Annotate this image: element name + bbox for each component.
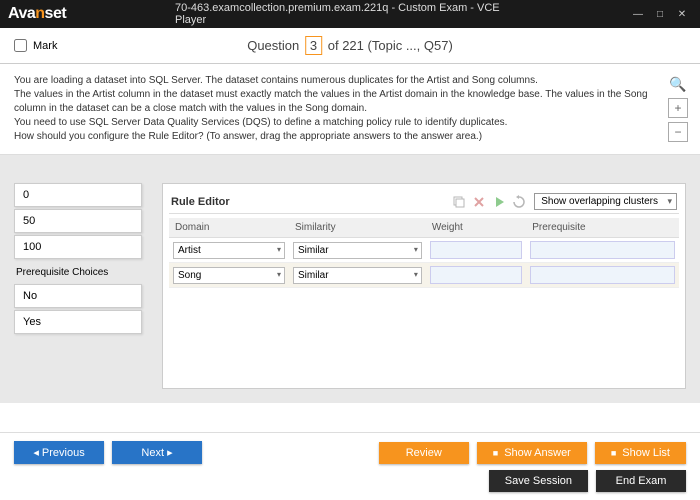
answer-area: 0 50 100 Prerequisite Choices No Yes Rul… bbox=[0, 155, 700, 403]
choices-column: 0 50 100 Prerequisite Choices No Yes bbox=[14, 183, 142, 389]
maximize-icon[interactable]: □ bbox=[650, 6, 670, 22]
col-domain: Domain bbox=[169, 218, 289, 238]
end-exam-button[interactable]: End Exam bbox=[596, 470, 686, 492]
prereq-dropzone[interactable] bbox=[530, 241, 675, 259]
domain-cell[interactable]: Artist bbox=[173, 242, 285, 259]
copy-icon[interactable] bbox=[452, 195, 466, 209]
choice-item[interactable]: No bbox=[14, 284, 142, 308]
question-body: You are loading a dataset into SQL Serve… bbox=[0, 64, 700, 155]
show-list-button[interactable]: Show List bbox=[595, 442, 686, 464]
col-similarity: Similarity bbox=[289, 218, 426, 238]
mark-label: Mark bbox=[33, 40, 57, 52]
zoom-out-button[interactable]: − bbox=[668, 122, 688, 142]
prereq-dropzone[interactable] bbox=[530, 266, 675, 284]
editor-title: Rule Editor bbox=[171, 196, 230, 208]
window-controls: — □ ✕ bbox=[628, 6, 692, 22]
search-icon[interactable]: 🔍 bbox=[668, 74, 688, 94]
rule-editor-panel: Rule Editor Show overlapping clusters bbox=[162, 183, 686, 389]
delete-icon[interactable] bbox=[472, 195, 486, 209]
editor-table: Domain Similarity Weight Prerequisite Ar… bbox=[169, 218, 679, 288]
zoom-in-button[interactable]: + bbox=[668, 98, 688, 118]
show-answer-button[interactable]: Show Answer bbox=[477, 442, 587, 464]
weight-dropzone[interactable] bbox=[430, 241, 522, 259]
col-prereq: Prerequisite bbox=[526, 218, 679, 238]
next-button[interactable]: Next bbox=[112, 441, 202, 464]
choice-item[interactable]: 100 bbox=[14, 235, 142, 259]
prereq-choices-header: Prerequisite Choices bbox=[14, 261, 142, 282]
app-logo: Avanset bbox=[8, 5, 66, 23]
play-icon[interactable] bbox=[492, 195, 506, 209]
editor-toolbar: Rule Editor Show overlapping clusters bbox=[169, 190, 679, 214]
col-weight: Weight bbox=[426, 218, 526, 238]
window-title: 70-463.examcollection.premium.exam.221q … bbox=[175, 2, 525, 26]
question-counter: Question 3 of 221 (Topic ..., Q57) bbox=[247, 38, 453, 53]
cluster-dropdown[interactable]: Show overlapping clusters bbox=[534, 193, 677, 210]
save-session-button[interactable]: Save Session bbox=[489, 470, 588, 492]
review-button[interactable]: Review bbox=[379, 442, 469, 464]
footer: Previous Next Review Show Answer Show Li… bbox=[0, 432, 700, 500]
table-row: Artist Similar bbox=[169, 238, 679, 263]
minimize-icon[interactable]: — bbox=[628, 6, 648, 22]
choice-item[interactable]: 0 bbox=[14, 183, 142, 207]
question-header: Mark Question 3 of 221 (Topic ..., Q57) bbox=[0, 28, 700, 64]
refresh-icon[interactable] bbox=[512, 195, 526, 209]
question-number: 3 bbox=[305, 36, 322, 55]
question-text: You are loading a dataset into SQL Serve… bbox=[14, 74, 686, 144]
zoom-controls: 🔍 + − bbox=[668, 74, 688, 142]
similarity-cell[interactable]: Similar bbox=[293, 267, 422, 284]
table-row: Song Similar bbox=[169, 263, 679, 288]
choice-item[interactable]: 50 bbox=[14, 209, 142, 233]
domain-cell[interactable]: Song bbox=[173, 267, 285, 284]
similarity-cell[interactable]: Similar bbox=[293, 242, 422, 259]
mark-checkbox[interactable] bbox=[14, 39, 27, 52]
weight-dropzone[interactable] bbox=[430, 266, 522, 284]
titlebar: Avanset 70-463.examcollection.premium.ex… bbox=[0, 0, 700, 28]
close-icon[interactable]: ✕ bbox=[672, 6, 692, 22]
previous-button[interactable]: Previous bbox=[14, 441, 104, 464]
choice-item[interactable]: Yes bbox=[14, 310, 142, 334]
